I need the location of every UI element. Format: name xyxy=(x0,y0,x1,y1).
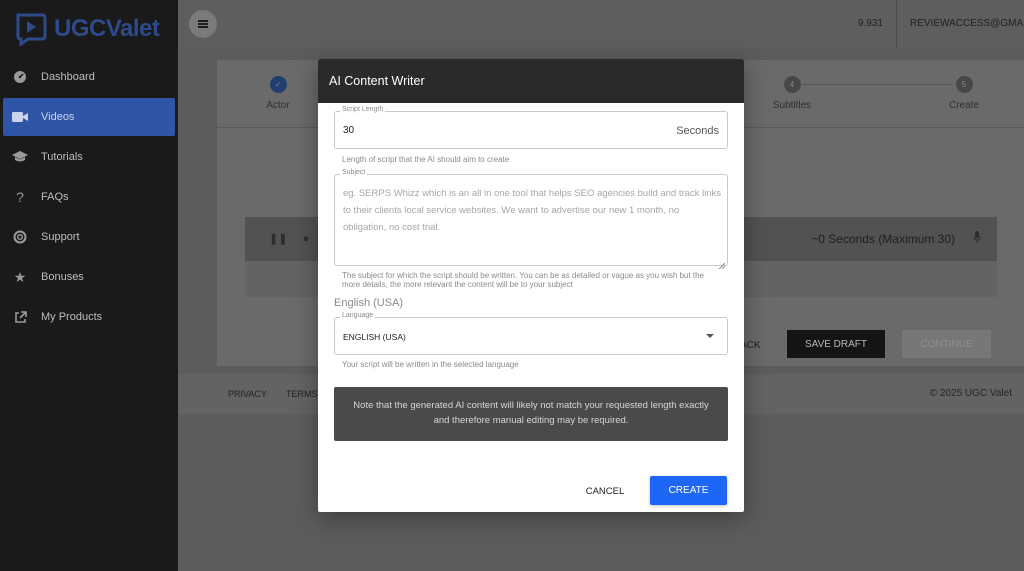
sidebar-item-my-products[interactable]: My Products xyxy=(3,298,175,336)
script-length-help: Length of script that the AI should aim … xyxy=(342,155,510,164)
sidebar-item-tutorials[interactable]: Tutorials xyxy=(3,138,175,176)
graduation-cap-icon xyxy=(12,149,28,165)
audio-duration: ~0 Seconds (Maximum 30) xyxy=(811,232,955,246)
create-button[interactable]: CREATE xyxy=(650,476,727,505)
sidebar-item-label: My Products xyxy=(41,311,103,323)
subject-textarea[interactable]: Subject eg. SERPS Whizz which is an all … xyxy=(334,169,728,270)
top-bar: 9.931 REVIEWACCESS@GMAIL.C xyxy=(178,0,1024,48)
hamburger-icon xyxy=(198,23,208,25)
privacy-link[interactable]: PRIVACY xyxy=(228,389,267,399)
language-help: Your script will be written in the selec… xyxy=(342,360,519,369)
sidebar-item-videos[interactable]: Videos xyxy=(3,98,175,136)
language-select[interactable]: Language ENGLISH (USA) xyxy=(334,312,728,355)
continue-button[interactable]: CONTINUE xyxy=(902,330,991,358)
top-divider xyxy=(896,0,897,48)
step-create[interactable]: 5 Create xyxy=(924,76,1004,111)
account-menu[interactable]: REVIEWACCESS@GMAIL.C xyxy=(910,18,1024,29)
lifebuoy-icon xyxy=(12,229,28,245)
terms-link[interactable]: TERMS xyxy=(286,389,318,399)
pause-icon[interactable]: ❚❚ ● xyxy=(269,232,309,245)
star-icon: ★ xyxy=(13,268,27,285)
logo[interactable]: UGCValet xyxy=(14,12,160,47)
step-label: Subtitles xyxy=(772,100,812,111)
sidebar-item-label: Dashboard xyxy=(41,71,95,83)
step-label: Create xyxy=(948,100,979,111)
script-length-input[interactable]: Script Length 30 Seconds xyxy=(334,106,728,149)
sidebar-item-bonuses[interactable]: ★ Bonuses xyxy=(3,258,175,296)
script-length-unit: Seconds xyxy=(676,125,719,137)
script-length-value: 30 xyxy=(343,125,355,136)
dialog-title: AI Content Writer xyxy=(318,59,744,103)
ai-content-writer-dialog: AI Content Writer Script Length 30 Secon… xyxy=(318,59,744,512)
sidebar-item-label: Support xyxy=(41,231,80,243)
subject-help: The subject for which the script should … xyxy=(342,271,704,289)
sidebar-item-dashboard[interactable]: Dashboard xyxy=(3,58,175,96)
logo-text: UGCValet xyxy=(54,15,160,42)
save-draft-button[interactable]: SAVE DRAFT xyxy=(787,330,885,358)
sidebar-item-label: Tutorials xyxy=(41,151,83,163)
step-number: 4 xyxy=(783,76,801,93)
sidebar-item-label: FAQs xyxy=(41,191,69,203)
question-icon: ? xyxy=(16,189,24,205)
step-number: 5 xyxy=(955,76,973,93)
video-camera-icon xyxy=(12,109,28,125)
copyright: © 2025 UGC Valet xyxy=(929,388,1012,399)
field-legend: Script Length xyxy=(340,106,386,113)
length-warning-note: Note that the generated AI content will … xyxy=(334,387,728,441)
language-section-label: English (USA) xyxy=(334,297,404,309)
menu-toggle-button[interactable] xyxy=(189,10,217,38)
sidebar-item-support[interactable]: Support xyxy=(3,218,175,256)
step-subtitles[interactable]: 4 Subtitles xyxy=(752,76,832,111)
sidebar-item-faqs[interactable]: ? FAQs xyxy=(3,178,175,216)
credits-balance: 9.931 xyxy=(857,18,883,29)
field-legend: Language xyxy=(340,312,376,319)
sidebar-nav: Dashboard Videos Tutorials ? FAQs Suppor… xyxy=(0,56,178,338)
chevron-down-icon xyxy=(706,334,714,338)
resize-handle-icon[interactable] xyxy=(718,256,726,270)
external-link-icon xyxy=(12,309,28,325)
subject-placeholder: eg. SERPS Whizz which is an all in one t… xyxy=(343,188,722,233)
cancel-button[interactable]: CANCEL xyxy=(580,481,630,501)
step-label: Actor xyxy=(266,100,290,111)
language-value: ENGLISH (USA) xyxy=(343,332,406,342)
speedometer-icon xyxy=(12,69,28,85)
logo-play-icon xyxy=(14,12,48,47)
microphone-icon[interactable] xyxy=(973,231,981,246)
check-icon: ✓ xyxy=(269,76,287,93)
step-actor[interactable]: ✓ Actor xyxy=(238,76,318,111)
sidebar: UGCValet Dashboard Videos Tutorials ? FA… xyxy=(0,0,178,571)
sidebar-item-label: Bonuses xyxy=(41,271,84,283)
field-legend: Subject xyxy=(340,169,368,176)
sidebar-item-label: Videos xyxy=(41,111,75,123)
